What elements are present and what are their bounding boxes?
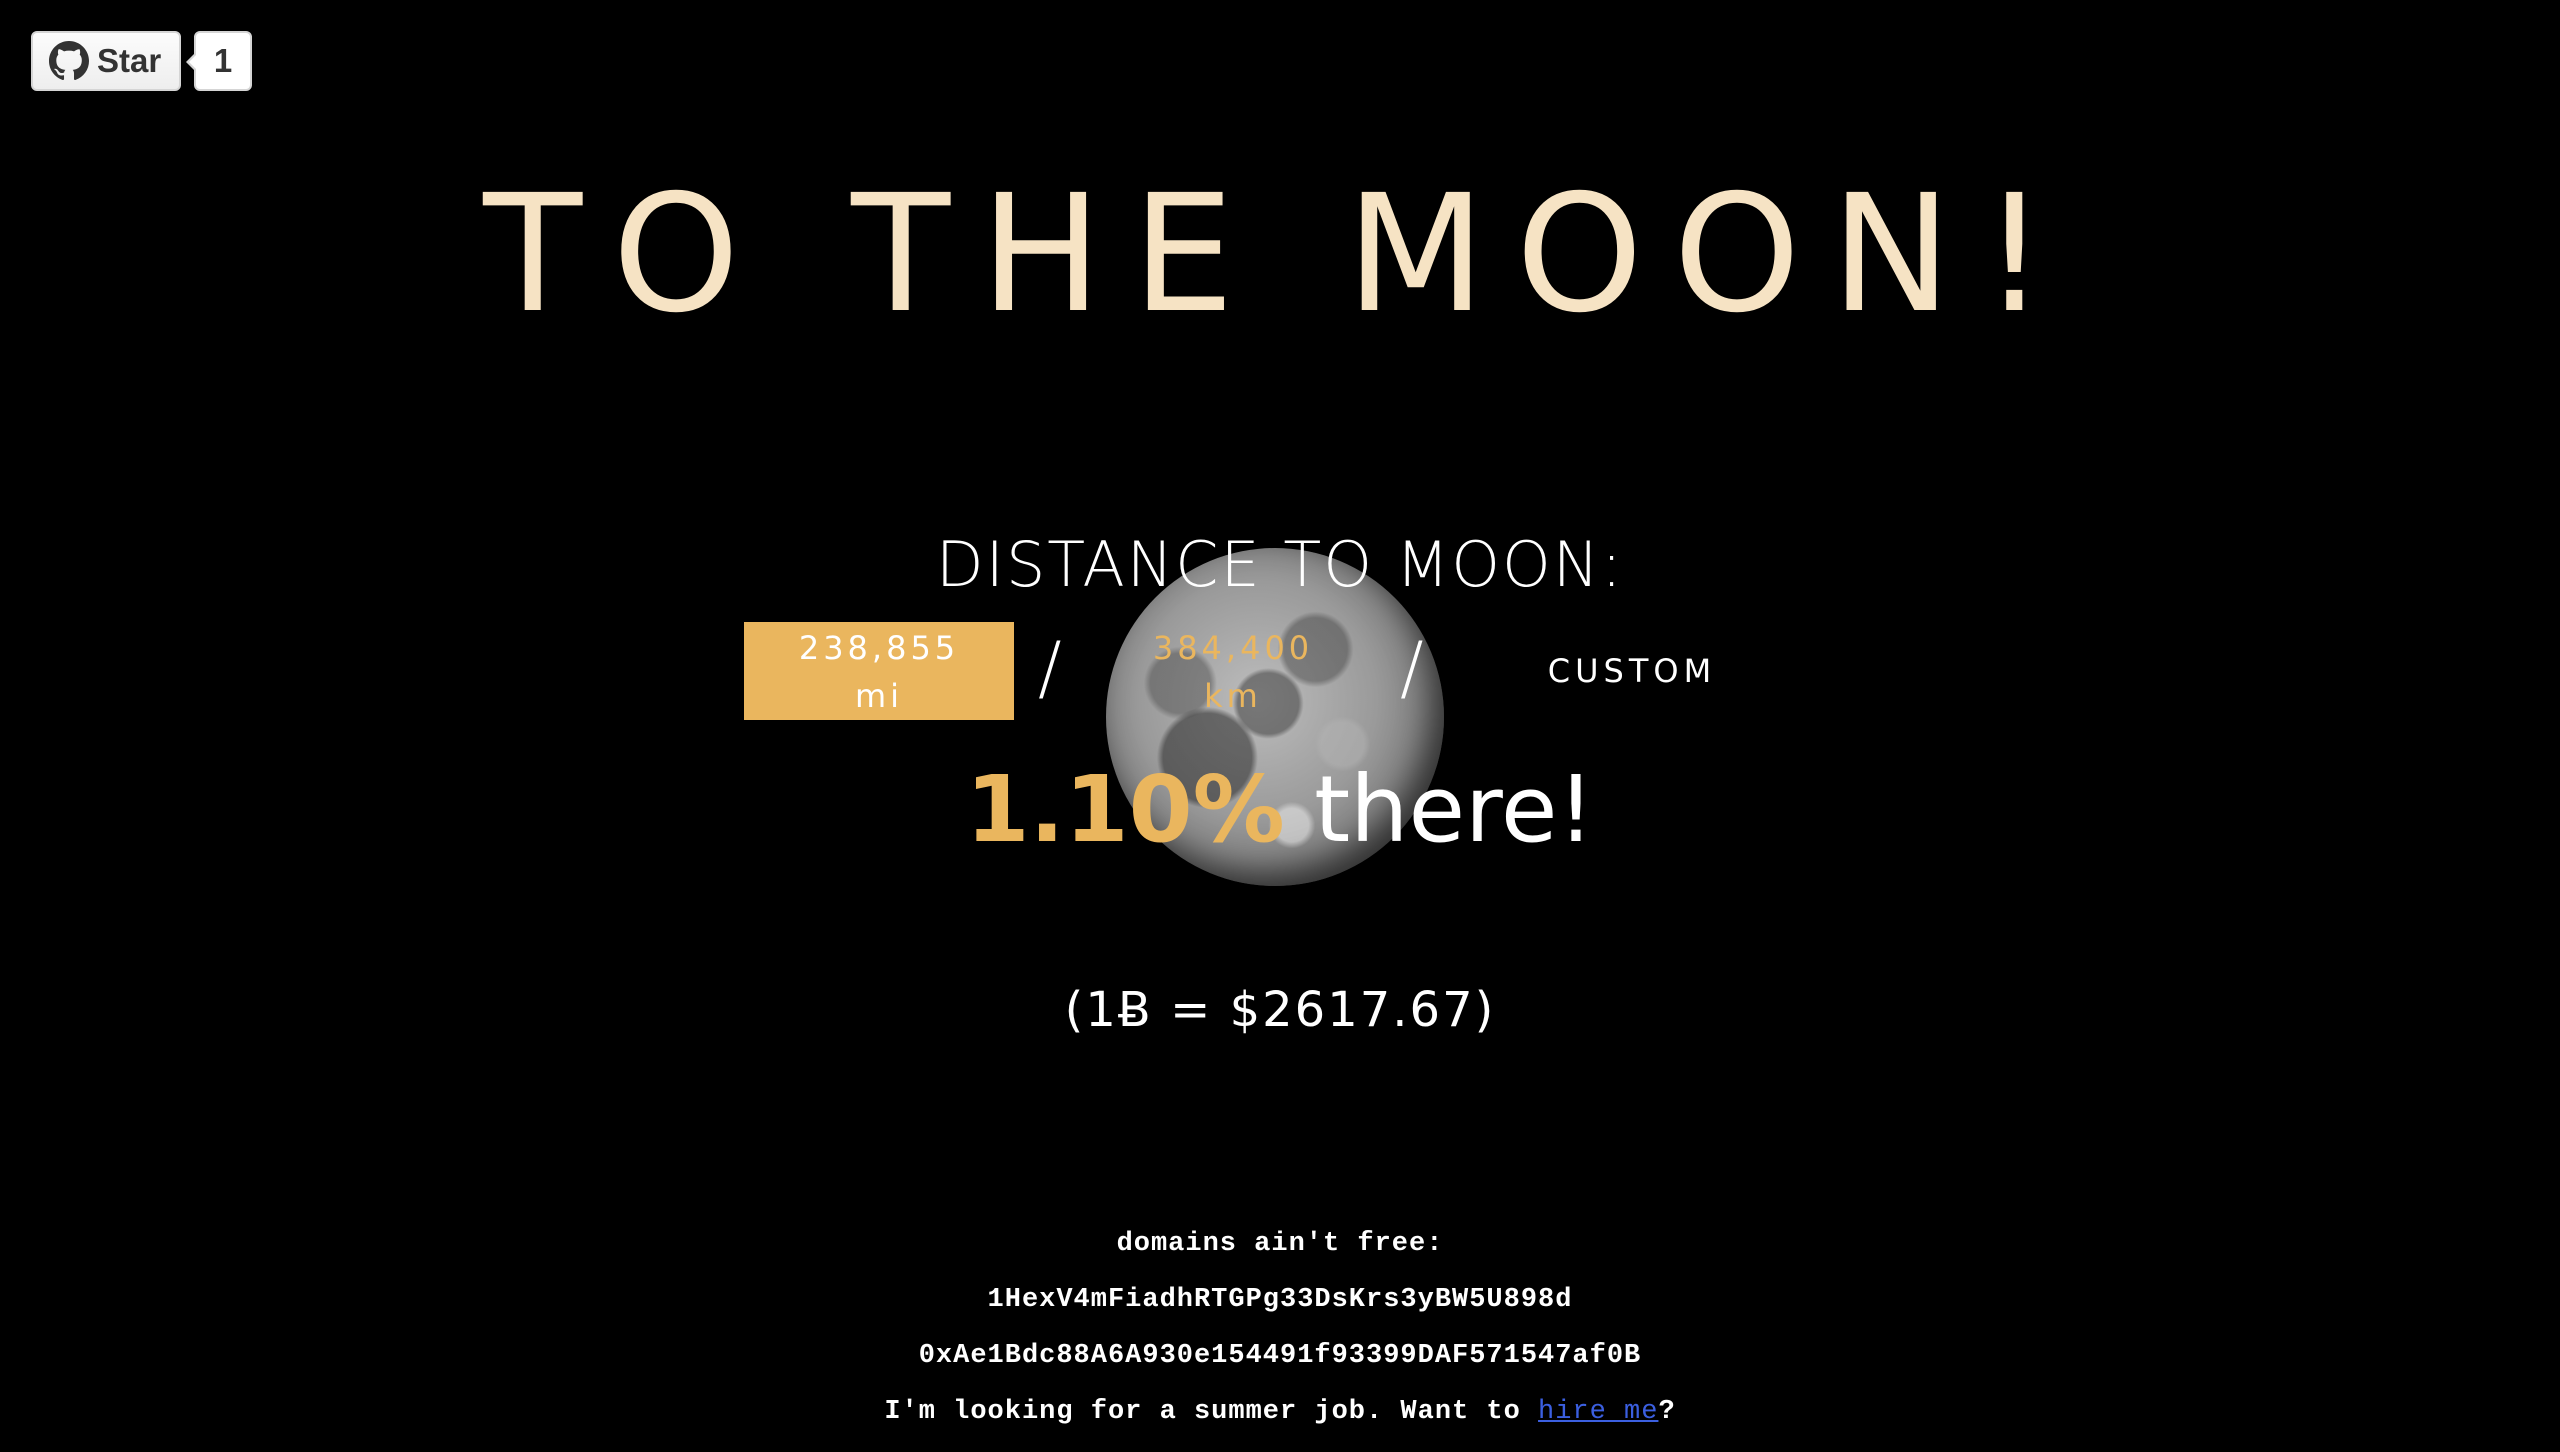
btc-price: (1Ƀ = $2617.67) bbox=[1064, 982, 1496, 1038]
custom-distance-button[interactable]: CUSTOM bbox=[1512, 622, 1752, 720]
job-text: I'm looking for a summer job. Want to bbox=[884, 1397, 1539, 1427]
unit-km-unit: km bbox=[1204, 677, 1262, 715]
donation-heading: domains ain't free: bbox=[1116, 1229, 1444, 1259]
unit-miles-value: 238,855 bbox=[798, 629, 960, 667]
progress-percent: 1.10% bbox=[965, 756, 1285, 863]
progress-text: 1.10% there! bbox=[0, 755, 2560, 865]
github-icon bbox=[49, 41, 89, 81]
unit-miles-button[interactable]: 238,855 mi bbox=[744, 622, 1014, 720]
github-star-count[interactable]: 1 bbox=[186, 31, 252, 91]
unit-km-button[interactable]: 384,400 km bbox=[1098, 622, 1368, 720]
distance-label: DISTANCE TO MOON: bbox=[935, 528, 1625, 601]
footer: domains ain't free: 1HexV4mFiadhRTGPg33D… bbox=[0, 1224, 2560, 1448]
github-star-label: Star bbox=[97, 42, 162, 79]
eth-address: 0xAe1Bdc88A6A930e154491f93399DAF571547af… bbox=[918, 1341, 1642, 1371]
unit-separator: / bbox=[1400, 627, 1424, 709]
hire-me-link[interactable]: hire me bbox=[1538, 1397, 1658, 1427]
unit-miles-unit: mi bbox=[854, 677, 904, 715]
unit-km-value: 384,400 bbox=[1152, 629, 1314, 667]
page-title: TO THE MOON! bbox=[483, 161, 2077, 349]
github-star-button[interactable]: Star bbox=[31, 31, 181, 91]
progress-suffix: there! bbox=[1314, 756, 1595, 863]
btc-address: 1HexV4mFiadhRTGPg33DsKrs3yBW5U898d bbox=[987, 1285, 1573, 1315]
job-text-end: ? bbox=[1658, 1397, 1676, 1427]
job-line: I'm looking for a summer job. Want to hi… bbox=[0, 1392, 2560, 1448]
unit-separator: / bbox=[1038, 627, 1062, 709]
